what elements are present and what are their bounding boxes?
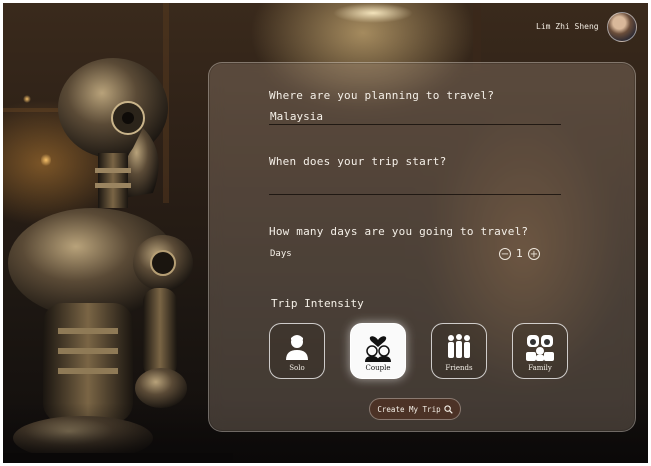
group-icon bbox=[448, 334, 470, 358]
destination-question: Where are you planning to travel? bbox=[269, 89, 495, 102]
intensity-option-family[interactable]: Family bbox=[512, 323, 568, 379]
couple-heart-icon bbox=[365, 336, 391, 362]
days-label: Days bbox=[270, 249, 292, 259]
increment-button[interactable]: + bbox=[528, 247, 540, 260]
intensity-option-couple[interactable]: Couple bbox=[350, 323, 406, 379]
days-value: 1 bbox=[516, 247, 523, 260]
days-stepper: − 1 + bbox=[499, 247, 540, 260]
duration-question: How many days are you going to travel? bbox=[269, 225, 529, 238]
start-date-question: When does your trip start? bbox=[269, 155, 447, 168]
create-trip-label: Create My Trip bbox=[377, 404, 441, 414]
intensity-option-label: Solo bbox=[289, 364, 305, 372]
start-date-underline bbox=[269, 194, 561, 195]
family-icon bbox=[526, 335, 554, 361]
person-icon bbox=[286, 335, 308, 360]
intensity-option-solo[interactable]: Solo bbox=[269, 323, 325, 379]
lamp-light bbox=[333, 3, 413, 23]
intensity-option-label: Family bbox=[528, 364, 552, 372]
decrement-button[interactable]: − bbox=[499, 247, 511, 260]
start-date-input[interactable] bbox=[270, 175, 562, 191]
magic-search-icon bbox=[443, 404, 453, 414]
destination-underline bbox=[269, 124, 561, 125]
trip-form-panel: Where are you planning to travel? Malays… bbox=[208, 62, 636, 432]
user-name: Lim Zhi Sheng bbox=[536, 22, 599, 31]
intensity-option-label: Friends bbox=[445, 364, 473, 372]
intensity-option-friends[interactable]: Friends bbox=[431, 323, 487, 379]
intensity-option-label: Couple bbox=[365, 364, 391, 372]
create-trip-button[interactable]: Create My Trip bbox=[369, 398, 461, 420]
avatar[interactable] bbox=[607, 12, 637, 42]
destination-input[interactable]: Malaysia bbox=[270, 110, 323, 123]
trip-intensity-title: Trip Intensity bbox=[271, 297, 364, 310]
